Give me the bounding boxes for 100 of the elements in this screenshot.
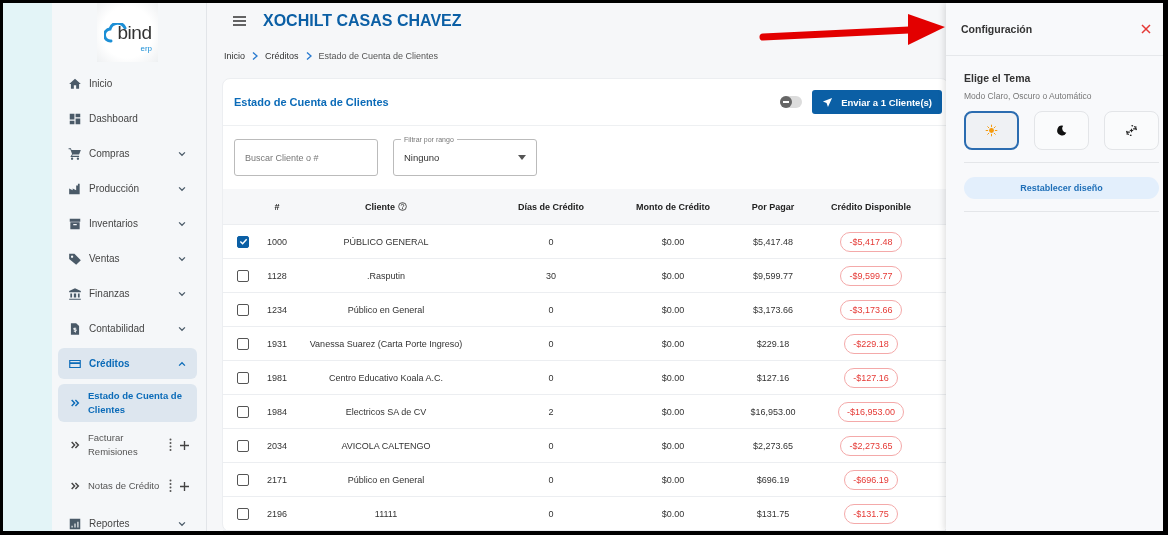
checkbox[interactable]: [237, 371, 249, 384]
checkbox[interactable]: [237, 507, 249, 520]
table-cell-text: 1128: [266, 270, 288, 281]
double-chevron-icon: [70, 398, 80, 408]
checkbox[interactable]: [237, 439, 249, 452]
table-cell-text: 0: [547, 236, 555, 247]
table-cell-text: $0.00: [660, 270, 686, 281]
grid-icon: [68, 111, 82, 126]
table-cell-text: $131.75: [755, 508, 791, 519]
checkbox[interactable]: [237, 235, 249, 248]
table-cell-text: $0.00: [660, 338, 686, 349]
table-cell-text: 1931: [266, 338, 288, 349]
bar-chart-icon: [68, 516, 82, 531]
menu-icon: [233, 16, 246, 26]
table-cell-text: 11111: [373, 508, 399, 519]
table-cell-text: $0.00: [660, 440, 686, 451]
table-cell-text: 1234: [266, 304, 288, 315]
table-cell-text: $0.00: [660, 508, 686, 519]
plus-icon: [180, 481, 189, 491]
tag-icon: [68, 251, 82, 266]
sidebar-item[interactable]: Inventarios: [58, 208, 197, 239]
sidebar-item[interactable]: Producción: [58, 173, 197, 204]
table-cell-text: 0: [547, 338, 555, 349]
table-cell-text: 2: [547, 406, 555, 417]
table-cell-text: $5,417.48: [751, 236, 794, 247]
sidebar-item[interactable]: Compras: [58, 138, 197, 169]
cart-icon: [68, 146, 82, 161]
sidebar-subitem[interactable]: Notas de Crédito: [58, 468, 197, 504]
toggle-switch[interactable]: [780, 96, 803, 108]
document-icon: [68, 321, 82, 336]
sidebar-item[interactable]: Reportes: [58, 508, 197, 531]
sidebar-item[interactable]: Créditos: [58, 348, 197, 379]
sidebar-item[interactable]: Contabilidad: [58, 313, 197, 344]
table-cell-text: $0.00: [660, 236, 686, 247]
home-icon: [68, 76, 82, 91]
caret-down-icon: [518, 155, 526, 160]
plus-icon: [180, 440, 189, 450]
logo-suffix: erp: [140, 44, 152, 53]
table-cell-text: 30: [545, 270, 557, 281]
sun-icon: [985, 124, 998, 137]
table-cell-text: 2171: [266, 474, 288, 485]
search-field[interactable]: Buscar Cliente o #: [234, 139, 378, 176]
factory-icon: [68, 181, 82, 196]
table-cell-text: .Rasputin: [366, 270, 406, 281]
column-header: #: [274, 201, 280, 212]
column-header: Monto de Crédito: [636, 201, 710, 212]
table-cell-text: 0: [547, 440, 555, 451]
card-title: Estado de Cuenta de Clientes: [234, 96, 390, 108]
table-cell-text: Electricos SA de CV: [344, 406, 428, 417]
table-cell-text: $229.18: [755, 338, 791, 349]
check-icon: [238, 237, 248, 246]
table-cell-text: 1984: [266, 406, 288, 417]
bank-icon: [68, 286, 82, 301]
column-header: Cliente: [365, 201, 395, 212]
sidebar-item[interactable]: Inicio: [58, 68, 197, 99]
chevron-right-icon: [305, 52, 312, 60]
table-cell-text: 0: [547, 508, 555, 519]
table-cell-text: 0: [547, 304, 555, 315]
help-icon: [398, 202, 407, 211]
sidebar-item[interactable]: Finanzas: [58, 278, 197, 309]
table-cell-text: 0: [547, 474, 555, 485]
checkbox[interactable]: [237, 405, 249, 418]
checkbox[interactable]: [237, 473, 249, 486]
table-cell-text: $0.00: [660, 304, 686, 315]
table-cell-text: $0.00: [660, 372, 686, 383]
sidebar-subitem[interactable]: Estado de Cuenta de Clientes: [58, 384, 197, 422]
table-cell-text: $3,173.66: [751, 304, 794, 315]
section-subtitle: Modo Claro, Oscuro o Automático: [964, 91, 1093, 101]
column-header: Días de Crédito: [518, 201, 584, 212]
sidebar-subitem[interactable]: Facturar Remisiones: [58, 427, 197, 463]
table-cell-text: 2196: [266, 508, 288, 519]
sidebar-item[interactable]: Dashboard: [58, 103, 197, 134]
checkbox[interactable]: [237, 269, 249, 282]
breadcrumb-link[interactable]: Créditos: [265, 51, 299, 61]
chevron-right-icon: [252, 52, 258, 60]
panel-title: Configuración: [961, 23, 1033, 35]
table-cell-text: 0: [547, 372, 555, 383]
logo-text: bind: [117, 21, 152, 44]
table-cell-text: $0.00: [660, 406, 686, 417]
send-button[interactable]: Enviar a 1 Cliente(s): [812, 90, 942, 114]
table-cell-text: 1981: [266, 372, 288, 383]
table-cell-text: $696.19: [755, 474, 791, 485]
send-icon: [822, 96, 834, 108]
sidebar-item[interactable]: Ventas: [58, 243, 197, 274]
table-cell-text: $0.00: [660, 474, 686, 485]
breadcrumb-current: Estado de Cuenta de Clientes: [318, 51, 439, 61]
breadcrumb-link[interactable]: Inicio: [224, 51, 245, 61]
table-cell-text: Público en General: [346, 474, 426, 485]
table-cell-text: 1000: [266, 236, 288, 247]
table-cell-text: Centro Educativo Koala A.C.: [327, 372, 445, 383]
more-dots-icon: [169, 438, 172, 452]
reset-button[interactable]: Restablecer diseño: [964, 177, 1159, 199]
column-header: Por Pagar: [751, 201, 795, 212]
table-cell-text: $127.16: [755, 372, 791, 383]
table-cell-text: Vanessa Suarez (Carta Porte Ingreso): [308, 338, 464, 349]
table-cell-text: $2,273.65: [751, 440, 794, 451]
double-chevron-icon: [70, 440, 80, 450]
checkbox[interactable]: [237, 337, 249, 350]
table-cell-text: PÚBLICO GENERAL: [342, 236, 430, 247]
checkbox[interactable]: [237, 303, 249, 316]
